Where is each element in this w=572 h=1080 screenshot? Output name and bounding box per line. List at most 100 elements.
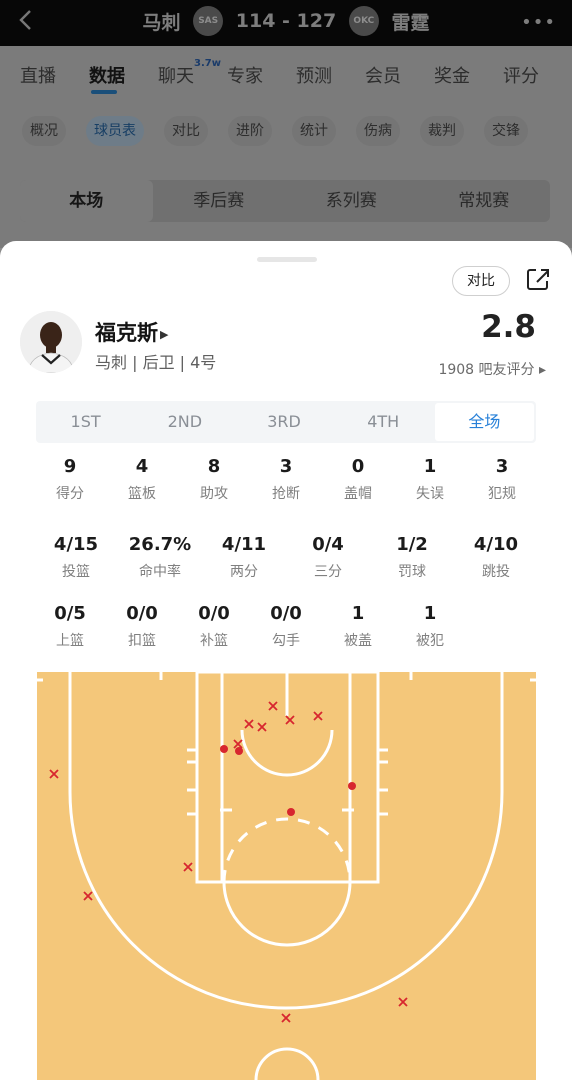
home-team-name: 马刺 <box>142 11 181 34</box>
segment-playoffs[interactable]: 季后赛 <box>153 180 286 222</box>
subtab-overview[interactable]: 概况 <box>22 116 66 146</box>
sheet-grabber[interactable] <box>257 257 317 262</box>
tab-bonus[interactable]: 奖金 <box>434 46 503 106</box>
subtab-stats[interactable]: 统计 <box>292 116 336 146</box>
away-team-name: 雷霆 <box>391 11 430 34</box>
stat-assists: 8 助攻 <box>178 456 250 503</box>
score: 114 - 127 <box>235 10 337 32</box>
stat-turnovers: 1 失误 <box>394 456 466 503</box>
stat-label: 补篮 <box>200 633 228 649</box>
compare-button[interactable]: 对比 <box>452 266 510 296</box>
subtab-player-table[interactable]: 球员表 <box>86 116 144 146</box>
stat-label: 助攻 <box>200 486 228 502</box>
tab-expert[interactable]: 专家 <box>227 46 296 106</box>
stats-row-shooting: 4/15 投篮 26.7% 命中率 4/11 两分 0/4 三分 1/2 罚球 4/10 跳… <box>34 534 538 581</box>
stat-rebounds: 4 篮板 <box>106 456 178 503</box>
stat-value: 0/0 <box>198 603 230 624</box>
stat-value: 4 <box>135 456 149 477</box>
tab-member[interactable]: 会员 <box>365 46 434 106</box>
period-tab-1st[interactable]: 1ST <box>36 401 135 443</box>
stat-value: 4/15 <box>53 534 99 555</box>
scope-segment: 本场 季后赛 系列赛 常规赛 <box>20 180 550 222</box>
stat-value: 1/2 <box>396 534 428 555</box>
stat-layup: 0/5 上篮 <box>34 603 106 650</box>
stat-value: 3 <box>495 456 509 477</box>
stat-dunk: 0/0 扣篮 <box>106 603 178 650</box>
scope-segment-wrap: 本场 季后赛 系列赛 常规赛 <box>0 158 572 248</box>
player-name-link[interactable]: 福克斯 ▶ <box>95 317 168 347</box>
stat-3pt: 0/4 三分 <box>286 534 370 581</box>
segment-regular-season[interactable]: 常规赛 <box>418 180 551 222</box>
subtab-referee[interactable]: 裁判 <box>420 116 464 146</box>
subtab-head-to-head[interactable]: 交锋 <box>484 116 528 146</box>
rating-count-link[interactable]: 1908 吧友评分 ▸ <box>438 359 546 379</box>
tab-predict[interactable]: 预测 <box>296 46 365 106</box>
stat-value: 26.7% <box>128 534 192 555</box>
subtab-injury[interactable]: 伤病 <box>356 116 400 146</box>
period-tab-full-game[interactable]: 全场 <box>434 403 535 441</box>
stat-label: 篮板 <box>128 486 156 502</box>
stat-2pt: 4/11 两分 <box>202 534 286 581</box>
made-shot-marker <box>348 782 356 790</box>
subtab-advanced[interactable]: 进阶 <box>228 116 272 146</box>
stat-label: 三分 <box>314 564 342 580</box>
top-bar: 马刺 SAS 114 - 127 OKC 雷霆 ••• <box>0 0 572 46</box>
background-app: 马刺 SAS 114 - 127 OKC 雷霆 ••• 直播 数据 聊天 3.7w… <box>0 0 572 260</box>
stats-row-basic: 9 得分 4 篮板 8 助攻 3 抢断 0 盖帽 1 失误 3 犯规 <box>34 456 538 503</box>
player-meta: 马刺 | 后卫 | 4号 <box>95 353 217 372</box>
tab-live[interactable]: 直播 <box>20 46 89 106</box>
subtab-compare[interactable]: 对比 <box>164 116 208 146</box>
stat-value: 9 <box>63 456 77 477</box>
stat-fouls: 3 犯规 <box>466 456 538 503</box>
scoreboard: 马刺 SAS 114 - 127 OKC 雷霆 <box>0 6 572 36</box>
stat-value: 1 <box>423 603 437 624</box>
stat-value: 0/0 <box>126 603 158 624</box>
stat-points: 9 得分 <box>34 456 106 503</box>
stats-row-shot-types: 0/5 上篮 0/0 扣篮 0/0 补篮 0/0 勾手 1 被盖 1 被犯 <box>34 603 538 650</box>
period-tab-2nd[interactable]: 2ND <box>135 401 234 443</box>
stat-label: 投篮 <box>62 564 90 580</box>
stat-label: 盖帽 <box>344 486 372 502</box>
segment-series[interactable]: 系列赛 <box>285 180 418 222</box>
stat-value: 8 <box>207 456 221 477</box>
more-dots-icon[interactable]: ••• <box>521 12 556 33</box>
stat-label: 得分 <box>56 486 84 502</box>
caret-right-icon: ▶ <box>160 327 169 341</box>
stat-steals: 3 抢断 <box>250 456 322 503</box>
player-bottom-sheet: 对比 福克斯 ▶ 马刺 | 后卫 | 4号 2.8 1908 吧友评分 ▸ 1ST… <box>0 241 572 1080</box>
stat-value: 0 <box>351 456 365 477</box>
tab-rating[interactable]: 评分 <box>503 46 572 106</box>
stat-label: 命中率 <box>139 564 181 580</box>
stat-value: 3 <box>279 456 293 477</box>
stat-label: 被盖 <box>344 633 372 649</box>
segment-this-game[interactable]: 本场 <box>20 180 153 222</box>
stat-putback: 0/0 补篮 <box>178 603 250 650</box>
main-nav-tabs: 直播 数据 聊天 3.7w 专家 预测 会员 奖金 评分 <box>0 46 572 106</box>
stat-label: 罚球 <box>398 564 426 580</box>
stat-blocked: 1 被盖 <box>322 603 394 650</box>
tab-data[interactable]: 数据 <box>89 46 158 106</box>
stat-jumpshot: 4/10 跳投 <box>454 534 538 581</box>
chat-count-badge: 3.7w <box>194 58 221 69</box>
stat-fouled: 1 被犯 <box>394 603 466 650</box>
period-tab-3rd[interactable]: 3RD <box>234 401 333 443</box>
shot-chart-court <box>37 672 536 1080</box>
stat-value: 4/10 <box>473 534 519 555</box>
stat-label: 抢断 <box>272 486 300 502</box>
tab-chat[interactable]: 聊天 3.7w <box>158 46 227 106</box>
stat-fg-pct: 26.7% 命中率 <box>118 534 202 581</box>
stat-label: 失误 <box>416 486 444 502</box>
period-tab-4th[interactable]: 4TH <box>334 401 433 443</box>
stat-label: 两分 <box>230 564 258 580</box>
period-tabs: 1ST 2ND 3RD 4TH 全场 <box>36 401 536 443</box>
stat-value: 4/11 <box>221 534 267 555</box>
player-rating: 2.8 <box>481 309 536 345</box>
stat-label: 跳投 <box>482 564 510 580</box>
stat-value: 0/0 <box>270 603 302 624</box>
stat-spacer <box>466 603 538 650</box>
away-team-logo: OKC <box>348 6 379 36</box>
stat-label: 犯规 <box>488 486 516 502</box>
share-icon[interactable] <box>524 265 552 293</box>
stat-hook: 0/0 勾手 <box>250 603 322 650</box>
stat-value: 1 <box>351 603 365 624</box>
